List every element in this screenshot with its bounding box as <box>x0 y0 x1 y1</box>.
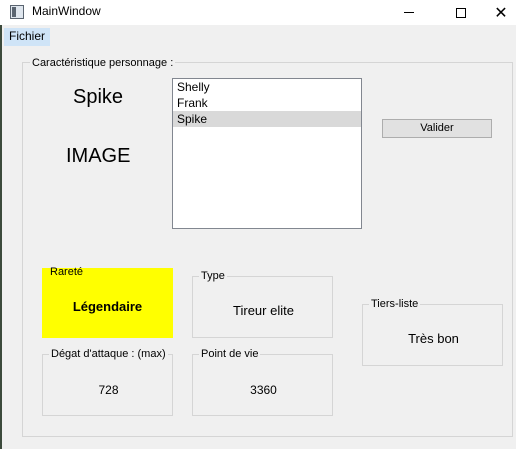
title-bar[interactable]: MainWindow ✕ <box>0 0 516 25</box>
central-widget: Caractéristique personnage : Spike IMAGE… <box>0 46 516 449</box>
minimize-button[interactable] <box>386 0 432 25</box>
character-groupbox-title: Caractéristique personnage : <box>30 56 176 70</box>
health-title: Point de vie <box>199 347 261 361</box>
character-image-placeholder: IMAGE <box>66 145 131 167</box>
menu-bar: Fichier <box>0 27 516 46</box>
rarity-groupbox: Rareté Légendaire <box>42 266 173 338</box>
list-item-frank[interactable]: Frank <box>173 95 361 111</box>
health-groupbox: Point de vie 3360 <box>192 347 333 416</box>
close-icon: ✕ <box>494 2 508 22</box>
rarity-value: Légendaire <box>72 299 143 314</box>
tier-groupbox: Tiers-liste Très bon <box>362 297 503 366</box>
menu-fichier[interactable]: Fichier <box>4 28 51 46</box>
type-value: Tireur elite <box>233 303 294 318</box>
list-item-shelly[interactable]: Shelly <box>173 79 361 95</box>
rarity-title: Rareté <box>50 266 84 278</box>
type-groupbox: Type Tireur elite <box>192 269 333 338</box>
damage-title: Dégat d'attaque : (max) <box>49 347 168 361</box>
tier-title: Tiers-liste <box>369 297 421 311</box>
validate-button[interactable]: Valider <box>382 119 492 138</box>
close-button[interactable]: ✕ <box>478 0 516 25</box>
maximize-icon <box>456 7 466 18</box>
type-title: Type <box>199 269 227 283</box>
character-list[interactable]: Shelly Frank Spike <box>172 78 362 229</box>
tier-value: Très bon <box>408 331 459 346</box>
window-app-icon <box>10 5 24 19</box>
main-window: MainWindow ✕ Fichier Caractéristique per… <box>0 0 516 449</box>
character-name-label: Spike <box>73 86 124 108</box>
health-value: 3360 <box>250 383 277 397</box>
damage-groupbox: Dégat d'attaque : (max) 728 <box>42 347 173 416</box>
list-item-spike[interactable]: Spike <box>173 111 361 127</box>
damage-value: 728 <box>98 383 119 397</box>
window-title: MainWindow <box>32 4 101 18</box>
minimize-icon <box>404 12 414 13</box>
